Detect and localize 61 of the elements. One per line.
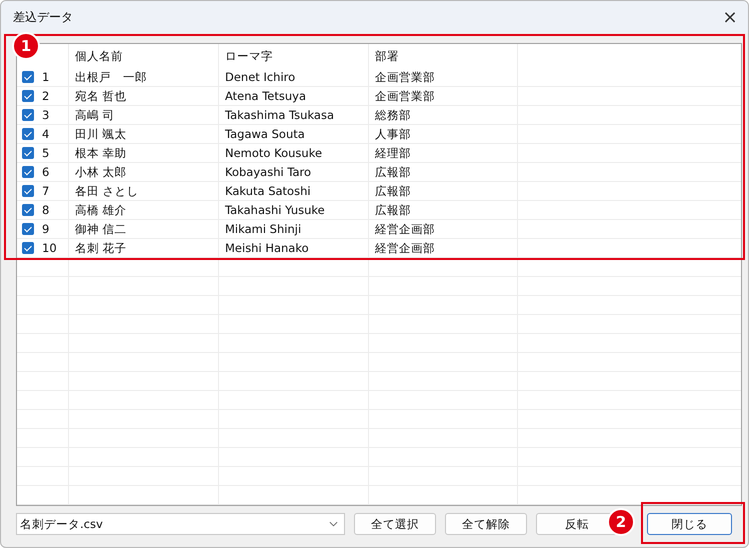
- row-number: 1: [42, 70, 50, 84]
- table-cell: Mikami Shinji: [225, 222, 302, 236]
- checkbox[interactable]: [22, 109, 34, 121]
- table-cell: 高橋 雄介: [75, 202, 127, 218]
- checkbox[interactable]: [22, 128, 34, 140]
- table-cell: 御神 信二: [75, 222, 127, 236]
- checkbox[interactable]: [22, 223, 34, 235]
- table-cell: Atena Tetsuya: [225, 89, 306, 103]
- row-number: 9: [42, 222, 50, 236]
- table-cell: 出根戸 一郎: [75, 70, 147, 84]
- table-cell: 企画営業部: [375, 70, 435, 84]
- chevron-down-icon: [329, 521, 338, 527]
- row-number: 8: [42, 203, 50, 217]
- table-cell: Denet Ichiro: [225, 70, 296, 84]
- dialog-button[interactable]: 全て解除: [445, 513, 527, 535]
- table-cell: Nemoto Kousuke: [225, 146, 322, 160]
- row-number: 10: [42, 241, 57, 255]
- table-cell: 宛名 哲也: [75, 88, 127, 104]
- row-number: 3: [42, 108, 50, 122]
- table-cell: Takahashi Yusuke: [225, 203, 325, 217]
- table-cell: Kobayashi Taro: [225, 165, 312, 179]
- file-dropdown[interactable]: 名刺データ.csv: [16, 513, 345, 535]
- table-cell: 高嶋 司: [75, 108, 115, 122]
- checkbox[interactable]: [22, 204, 34, 216]
- checkbox[interactable]: [22, 147, 34, 159]
- table-cell: 田川 颯太: [75, 126, 127, 142]
- row-number: 6: [42, 165, 50, 179]
- table-cell: 広報部: [375, 184, 411, 198]
- checkbox[interactable]: [22, 71, 34, 83]
- dialog-button[interactable]: 閉じる: [647, 513, 732, 535]
- callout-badge: 2: [607, 508, 635, 536]
- checkbox[interactable]: [22, 242, 34, 254]
- table-cell: 広報部: [375, 202, 411, 218]
- table-cell: 経営企画部: [375, 240, 435, 256]
- table-cell: Takashima Tsukasa: [225, 108, 334, 122]
- column-header[interactable]: 部署: [369, 44, 518, 68]
- checkbox[interactable]: [22, 90, 34, 102]
- dialog-button[interactable]: 全て選択: [354, 513, 436, 535]
- row-number: 7: [42, 184, 50, 198]
- row-number: 4: [42, 127, 50, 141]
- table-cell: Kakuta Satoshi: [225, 184, 311, 198]
- close-button[interactable]: ×: [712, 1, 748, 33]
- table-cell: 根本 幸助: [75, 146, 127, 160]
- checkbox[interactable]: [22, 166, 34, 178]
- table-cell: 経営企画部: [375, 222, 435, 236]
- table-cell: Tagawa Souta: [225, 127, 305, 141]
- table-cell: 企画営業部: [375, 88, 435, 104]
- table-cell: 小林 太郎: [75, 164, 127, 180]
- table-cell: 人事部: [375, 126, 411, 142]
- row-number: 5: [42, 146, 50, 160]
- table-cell: 広報部: [375, 164, 411, 180]
- column-header[interactable]: 個人名前: [69, 44, 219, 68]
- table-cell: 名刺 花子: [75, 240, 127, 256]
- table-cell: 各田 さとし: [75, 184, 139, 198]
- column-header[interactable]: ローマ字: [219, 44, 369, 68]
- table-cell: Meishi Hanako: [225, 241, 309, 255]
- checkbox[interactable]: [22, 185, 34, 197]
- table-cell: 総務部: [375, 108, 411, 122]
- table-cell: 経理部: [375, 146, 411, 160]
- row-number: 2: [42, 89, 50, 103]
- window-title: 差込データ: [13, 8, 73, 26]
